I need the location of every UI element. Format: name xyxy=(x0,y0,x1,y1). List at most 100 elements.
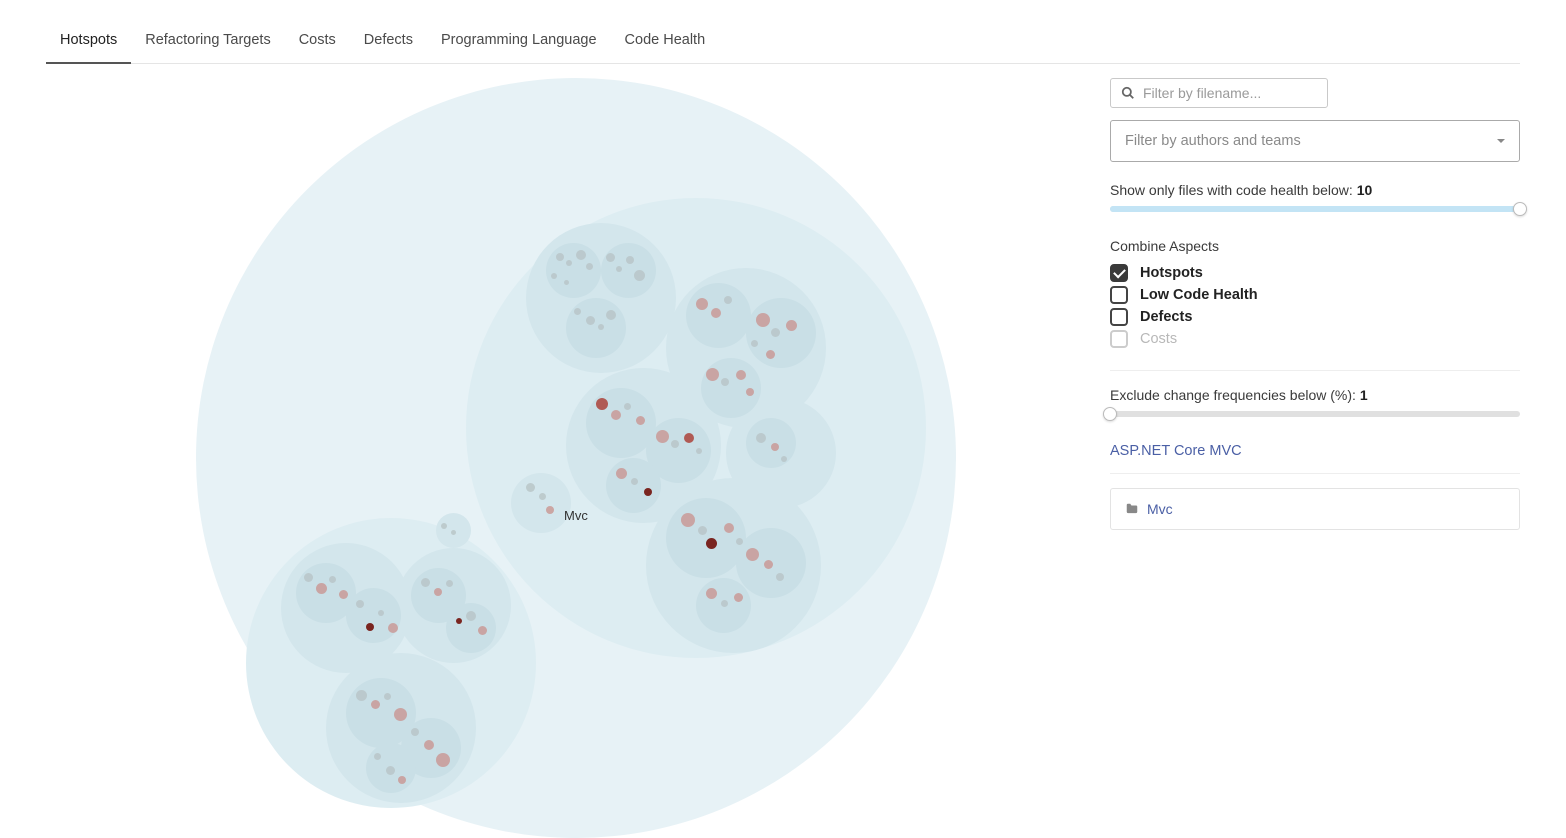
viz-dot[interactable] xyxy=(371,700,380,709)
viz-dot[interactable] xyxy=(624,403,631,410)
viz-dot[interactable] xyxy=(656,430,669,443)
change-freq-slider[interactable] xyxy=(1110,411,1520,417)
viz-dot[interactable] xyxy=(596,398,608,410)
viz-dot[interactable] xyxy=(606,310,616,320)
tab-defects[interactable]: Defects xyxy=(350,24,427,64)
viz-minicluster[interactable] xyxy=(546,243,601,298)
viz-dot[interactable] xyxy=(356,600,364,608)
viz-dot[interactable] xyxy=(724,523,734,533)
viz-dot[interactable] xyxy=(671,440,679,448)
viz-dot[interactable] xyxy=(386,766,395,775)
viz-dot[interactable] xyxy=(304,573,313,582)
viz-dot[interactable] xyxy=(546,506,554,514)
viz-dot[interactable] xyxy=(339,590,348,599)
viz-dot[interactable] xyxy=(721,378,729,386)
tab-costs[interactable]: Costs xyxy=(285,24,350,64)
viz-dot[interactable] xyxy=(611,410,621,420)
checkbox-hotspots[interactable]: Hotspots xyxy=(1110,264,1520,282)
checkbox-low-code-health[interactable]: Low Code Health xyxy=(1110,286,1520,304)
viz-dot[interactable] xyxy=(751,340,758,347)
viz-dot[interactable] xyxy=(329,576,336,583)
folder-row-mvc[interactable]: Mvc xyxy=(1110,488,1520,530)
viz-dot[interactable] xyxy=(724,296,732,304)
viz-dot[interactable] xyxy=(436,753,450,767)
viz-dot[interactable] xyxy=(441,523,447,529)
tab-hotspots[interactable]: Hotspots xyxy=(46,24,131,64)
viz-dot[interactable] xyxy=(456,618,462,624)
viz-dot[interactable] xyxy=(634,270,645,281)
viz-dot[interactable] xyxy=(424,740,434,750)
breadcrumb-root-link[interactable]: ASP.NET Core MVC xyxy=(1110,443,1520,459)
viz-dot[interactable] xyxy=(766,350,775,359)
viz-dot[interactable] xyxy=(746,548,759,561)
viz-minicluster[interactable] xyxy=(346,588,401,643)
viz-dot[interactable] xyxy=(756,433,766,443)
viz-dot[interactable] xyxy=(566,260,572,266)
filename-search[interactable] xyxy=(1110,78,1328,108)
viz-dot[interactable] xyxy=(616,468,627,479)
viz-dot[interactable] xyxy=(478,626,487,635)
viz-dot[interactable] xyxy=(606,253,615,262)
viz-dot[interactable] xyxy=(736,538,743,545)
viz-dot[interactable] xyxy=(451,530,456,535)
tab-code-health[interactable]: Code Health xyxy=(611,24,720,64)
viz-minicluster[interactable] xyxy=(606,458,661,513)
tab-programming-language[interactable]: Programming Language xyxy=(427,24,611,64)
viz-dot[interactable] xyxy=(598,324,604,330)
viz-dot[interactable] xyxy=(786,320,797,331)
viz-minicluster[interactable] xyxy=(601,243,656,298)
viz-dot[interactable] xyxy=(681,513,695,527)
viz-dot[interactable] xyxy=(421,578,430,587)
viz-dot[interactable] xyxy=(576,250,586,260)
viz-dot[interactable] xyxy=(374,753,381,760)
slider-thumb[interactable] xyxy=(1103,407,1117,421)
viz-dot[interactable] xyxy=(356,690,367,701)
authors-teams-select[interactable]: Filter by authors and teams xyxy=(1110,120,1520,162)
viz-dot[interactable] xyxy=(411,728,419,736)
viz-dot[interactable] xyxy=(434,588,442,596)
viz-dot[interactable] xyxy=(388,623,398,633)
viz-dot[interactable] xyxy=(378,610,384,616)
viz-dot[interactable] xyxy=(684,433,694,443)
viz-dot[interactable] xyxy=(551,273,557,279)
viz-dot[interactable] xyxy=(539,493,546,500)
viz-dot[interactable] xyxy=(706,588,717,599)
viz-dot[interactable] xyxy=(394,708,407,721)
viz-minicluster[interactable] xyxy=(746,418,796,468)
viz-minicluster[interactable] xyxy=(566,298,626,358)
viz-dot[interactable] xyxy=(696,298,708,310)
viz-dot[interactable] xyxy=(586,316,595,325)
viz-dot[interactable] xyxy=(384,693,391,700)
viz-dot[interactable] xyxy=(711,308,721,318)
viz-dot[interactable] xyxy=(771,443,779,451)
viz-dot[interactable] xyxy=(564,280,569,285)
viz-dot[interactable] xyxy=(556,253,564,261)
viz-dot[interactable] xyxy=(706,368,719,381)
viz-dot[interactable] xyxy=(736,370,746,380)
viz-dot[interactable] xyxy=(398,776,406,784)
viz-dot[interactable] xyxy=(574,308,581,315)
viz-dot[interactable] xyxy=(626,256,634,264)
slider-thumb[interactable] xyxy=(1513,202,1527,216)
viz-dot[interactable] xyxy=(721,600,728,607)
checkbox-defects[interactable]: Defects xyxy=(1110,308,1520,326)
viz-dot[interactable] xyxy=(776,573,784,581)
viz-dot[interactable] xyxy=(616,266,622,272)
viz-dot[interactable] xyxy=(746,388,754,396)
filename-search-input[interactable] xyxy=(1143,85,1317,101)
viz-dot[interactable] xyxy=(316,583,327,594)
viz-subcluster[interactable] xyxy=(511,473,571,533)
hotspot-visualization[interactable]: Mvc xyxy=(46,78,1100,828)
viz-dot[interactable] xyxy=(586,263,593,270)
viz-dot[interactable] xyxy=(526,483,535,492)
viz-dot[interactable] xyxy=(771,328,780,337)
viz-minicluster[interactable] xyxy=(666,498,746,578)
viz-dot[interactable] xyxy=(636,416,645,425)
viz-dot[interactable] xyxy=(446,580,453,587)
viz-dot[interactable] xyxy=(734,593,743,602)
tab-refactoring-targets[interactable]: Refactoring Targets xyxy=(131,24,284,64)
code-health-slider[interactable] xyxy=(1110,206,1520,212)
viz-minicluster[interactable] xyxy=(746,298,816,368)
viz-dot[interactable] xyxy=(366,623,374,631)
viz-dot[interactable] xyxy=(764,560,773,569)
